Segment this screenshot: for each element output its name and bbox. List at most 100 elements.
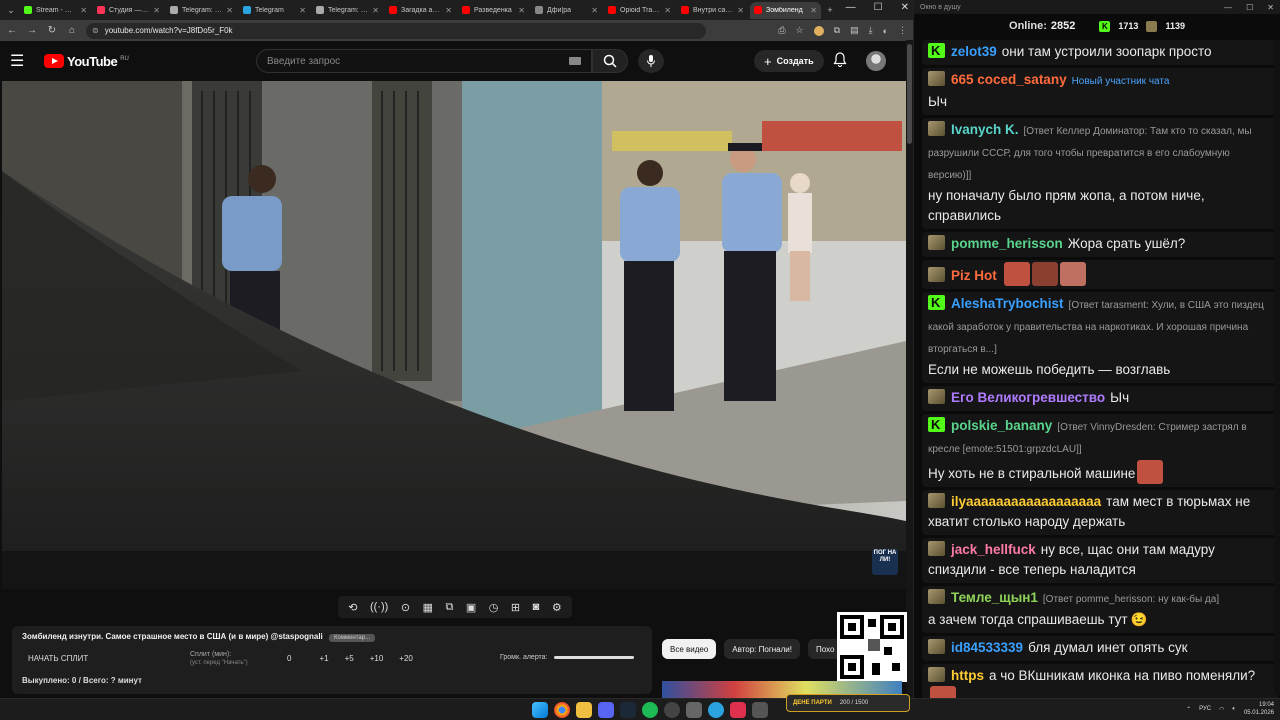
pip-icon[interactable]: ⧉ [445,601,453,614]
chat-username[interactable]: Ivanych K. [951,122,1019,137]
tab-close-icon[interactable]: ✕ [299,6,306,15]
chat-username[interactable]: AleshaTrybochist [951,296,1064,311]
forward-icon[interactable]: → [26,25,38,36]
chat-close-icon[interactable]: ✕ [1267,3,1274,12]
new-tab-button[interactable]: + [823,3,837,17]
clock[interactable]: 19:04 05.01.2026 [1244,701,1274,717]
chat-app-icon[interactable] [752,702,768,718]
alert-volume-slider[interactable] [553,656,634,659]
browser-tab[interactable]: Дфи|ра ✕ [531,2,602,19]
browser-tab[interactable]: Telegram: View ✕ [166,2,237,19]
profile-icon[interactable]: ◐ [883,26,888,36]
reload-icon[interactable]: ↻ [46,25,58,36]
split-add-1-button[interactable]: +1 [319,654,328,663]
discord-icon[interactable] [598,702,614,718]
chat-maximize-icon[interactable]: ☐ [1246,3,1253,12]
scrollbar-thumb[interactable] [907,44,912,144]
tab-close-icon[interactable]: ✕ [80,6,87,15]
folder-icon[interactable] [576,702,592,718]
hamburger-menu-icon[interactable]: ☰ [10,51,38,71]
star-icon[interactable]: ☆ [796,25,804,36]
chat-minimize-icon[interactable]: — [1224,3,1232,12]
create-button[interactable]: + Создать [754,50,824,72]
browser-tab[interactable]: Зомбиленд ✕ [750,1,821,19]
lang-indicator[interactable]: РУС [1199,706,1211,712]
back-icon[interactable]: ← [6,25,18,36]
home-icon[interactable]: ⌂ [66,25,78,36]
install-icon[interactable]: ⎙ [778,25,785,36]
extensions-icon[interactable]: ⧉ [834,25,840,36]
video-player[interactable]: ПОГ НА ЛИ! [2,81,906,589]
add-marker-icon[interactable]: ⊞ [511,601,520,614]
windows-start-icon[interactable] [532,702,548,718]
chat-username[interactable]: Piz Hot [951,268,997,283]
tab-close-icon[interactable]: ✕ [591,6,598,15]
settings-gear-icon[interactable]: ⚙ [552,601,562,614]
extension-icon[interactable] [813,25,824,36]
site-info-icon[interactable]: ⊜ [92,26,99,35]
browser-tab[interactable]: Внутри самой ✕ [677,2,748,19]
steam-icon[interactable] [620,702,636,718]
minimize-icon[interactable]: — [846,2,856,13]
chat-username[interactable]: polskie_banany [951,418,1052,433]
browser-tab[interactable]: Telegram: View ✕ [312,2,383,19]
playback-icon[interactable]: ⊙ [401,601,410,614]
keyboard-icon[interactable] [569,57,581,65]
browser-tab[interactable]: Разведенка ✕ [458,2,529,19]
search-input[interactable]: Введите запрос [256,49,592,73]
search-button[interactable] [592,49,628,73]
comment-badge[interactable]: Комментар... [329,634,376,642]
menu-icon[interactable]: ⋮ [898,25,907,36]
spotify-icon[interactable] [642,702,658,718]
volume-icon[interactable]: 🔈︎ [1232,706,1236,713]
chat-username[interactable]: jack_hellfuck [951,542,1036,557]
youtube-studio-icon[interactable] [730,702,746,718]
notifications-bell-icon[interactable] [833,52,847,68]
url-field[interactable]: ⊜ youtube.com/watch?v=J8fDo5r_F0k [86,22,706,39]
tab-close-icon[interactable]: ✕ [737,6,744,15]
tab-close-icon[interactable]: ✕ [226,6,233,15]
telegram-icon[interactable] [708,702,724,718]
download-icon[interactable]: ⤓ [869,25,873,36]
tab-close-icon[interactable]: ✕ [445,6,452,15]
browser-tab[interactable]: Telegram ✕ [239,2,310,19]
maximize-icon[interactable]: ☐ [874,2,883,13]
chat-scrollbar[interactable] [1274,40,1280,695]
tab-close-icon[interactable]: ✕ [372,6,379,15]
split-add-5-button[interactable]: +5 [345,654,354,663]
obs-icon[interactable] [664,702,680,718]
speed-icon[interactable]: ◷ [489,601,499,614]
start-split-button[interactable]: НАЧАТЬ СПЛИТ [28,654,88,663]
browser-tab[interactable]: Opioid Tragedy✕ [604,2,675,19]
voice-search-button[interactable] [638,49,664,73]
tab-close-icon[interactable]: ✕ [664,6,671,15]
chat-username[interactable]: Его Великогревшество [951,390,1105,405]
chip-author[interactable]: Автор: Погнали! [724,639,800,659]
browser-tab[interactable]: Студия — YouTube ✕ [93,2,164,19]
tab-close-icon[interactable]: ✕ [153,6,160,15]
screenshot-icon[interactable]: ◙ [533,601,540,613]
broadcast-icon[interactable]: ((·)) [370,601,388,613]
chrome-icon[interactable] [554,702,570,718]
clapper-icon[interactable]: ▦ [423,601,433,614]
browser-tab[interactable]: Загадка арест ✕ [385,2,456,19]
account-avatar[interactable] [866,51,886,71]
chat-username[interactable]: Темле_щын1 [951,590,1038,605]
split-add-20-button[interactable]: +20 [399,654,413,663]
tray-chevron-icon[interactable]: ⌃ [1186,706,1191,713]
chat-username[interactable]: 665 coced_satany [951,72,1067,87]
network-icon[interactable]: ◠ [1219,706,1224,713]
loop-icon[interactable]: ⟲ [348,601,357,614]
tab-close-icon[interactable]: ✕ [518,6,525,15]
youtube-logo[interactable]: YouTube RU [44,54,129,69]
close-icon[interactable]: ✕ [901,2,909,13]
chat-username[interactable]: ilyaaaaaaaaaaaaaaaaaa [951,494,1101,509]
split-add-10-button[interactable]: +10 [370,654,384,663]
chat-username[interactable]: pomme_herisson [951,236,1063,251]
tab-close-icon[interactable]: ✕ [810,6,817,15]
chat-username[interactable]: zelot39 [951,44,997,59]
frame-icon[interactable]: ▣ [466,601,476,614]
chat-username[interactable]: https [951,668,984,683]
browser-tab[interactable]: Stream - Kick ✕ [20,2,91,19]
chat-username[interactable]: id84533339 [951,640,1023,655]
